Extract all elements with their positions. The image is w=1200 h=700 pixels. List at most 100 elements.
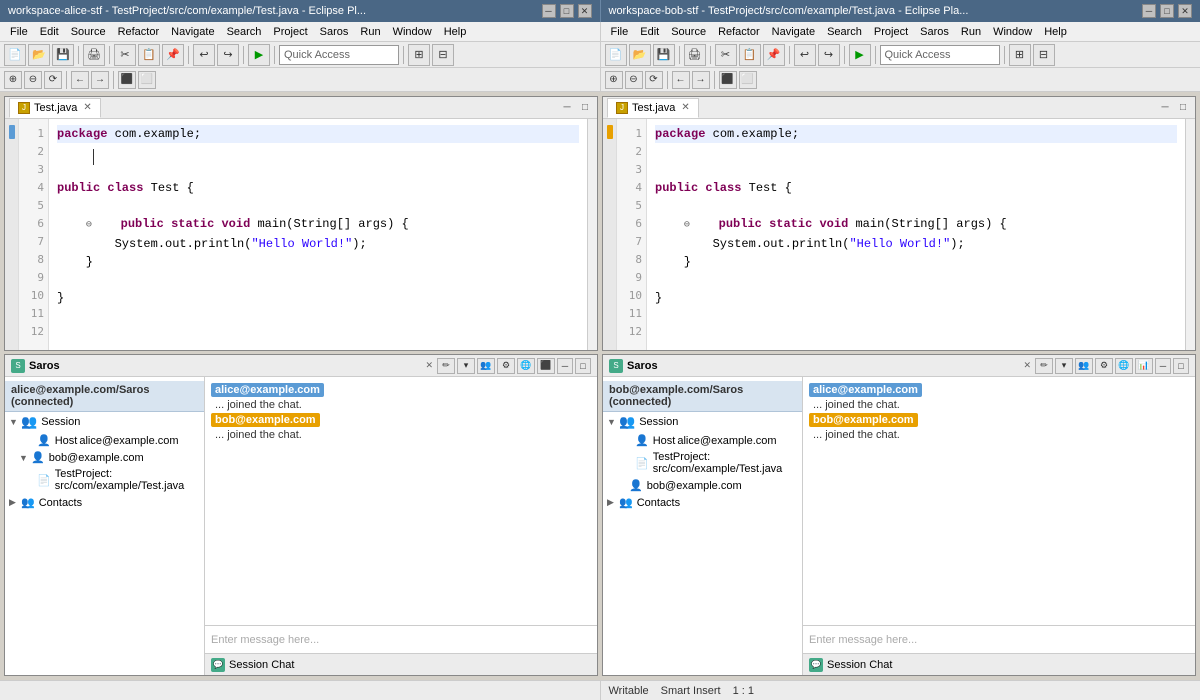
right-menu-refactor[interactable]: Refactor — [712, 22, 766, 41]
left-tb-print[interactable]: 🖨 — [83, 44, 105, 66]
left-tb2-b1[interactable]: ⊕ — [4, 71, 22, 89]
left-menu-refactor[interactable]: Refactor — [112, 22, 166, 41]
left-tb-run[interactable]: ▶ — [248, 44, 270, 66]
right-saros-btn1[interactable]: ✏ — [1035, 358, 1053, 374]
right-tb2-b3[interactable]: ⟳ — [645, 71, 663, 89]
left-quick-access[interactable]: Quick Access — [279, 45, 399, 65]
left-tb-new[interactable]: 📄 — [4, 44, 26, 66]
right-saros-maximize[interactable]: □ — [1173, 358, 1189, 374]
right-tb-perspective[interactable]: ⊞ — [1009, 44, 1031, 66]
left-menu-project[interactable]: Project — [267, 22, 313, 41]
left-editor-body[interactable]: 12345 678910 1112 package com.example; p… — [5, 119, 597, 350]
right-menu-source[interactable]: Source — [665, 22, 712, 41]
right-menu-help[interactable]: Help — [1038, 22, 1073, 41]
right-tb2-b4[interactable]: ← — [672, 71, 690, 89]
right-restore-btn[interactable]: □ — [1160, 4, 1174, 18]
right-tb2-b7[interactable]: ⬜ — [739, 71, 757, 89]
right-tb2-b1[interactable]: ⊕ — [605, 71, 623, 89]
right-tree-bob[interactable]: 👤 bob@example.com — [603, 477, 802, 494]
left-code-area[interactable]: package com.example; public class Test {… — [49, 119, 587, 350]
right-chat-input[interactable]: Enter message here... — [803, 625, 1195, 653]
left-restore-btn[interactable]: □ — [560, 4, 574, 18]
right-tb-b4[interactable]: ↩ — [794, 44, 816, 66]
left-editor-maximize[interactable]: □ — [577, 100, 593, 116]
right-tb-new[interactable]: 📄 — [605, 44, 627, 66]
right-tb-print[interactable]: 🖨 — [684, 44, 706, 66]
right-tb-b2[interactable]: 📋 — [739, 44, 761, 66]
left-tb-save[interactable]: 💾 — [52, 44, 74, 66]
right-tb-save[interactable]: 💾 — [653, 44, 675, 66]
left-saros-btn4[interactable]: ⚙ — [497, 358, 515, 374]
right-editor-maximize[interactable]: □ — [1175, 100, 1191, 116]
left-tab-close[interactable]: ✕ — [83, 102, 91, 113]
right-menu-run[interactable]: Run — [955, 22, 987, 41]
right-tree-file[interactable]: 📄 TestProject: src/com/example/Test.java — [603, 449, 802, 477]
left-tb-b5[interactable]: ↪ — [217, 44, 239, 66]
left-tb2-b7[interactable]: ⬜ — [138, 71, 156, 89]
right-tree-contacts[interactable]: ▶ 👥 Contacts — [603, 494, 802, 511]
right-saros-btn2[interactable]: ▾ — [1055, 358, 1073, 374]
left-saros-btn3[interactable]: 👥 — [477, 358, 495, 374]
right-saros-btn5[interactable]: 🌐 — [1115, 358, 1133, 374]
right-saros-btn4[interactable]: ⚙ — [1095, 358, 1113, 374]
left-tb2-b2[interactable]: ⊖ — [24, 71, 42, 89]
left-tb-view2[interactable]: ⊟ — [432, 44, 454, 66]
right-tb-b1[interactable]: ✂ — [715, 44, 737, 66]
left-tb-open[interactable]: 📂 — [28, 44, 50, 66]
right-tb-b3[interactable]: 📌 — [763, 44, 785, 66]
left-menu-navigate[interactable]: Navigate — [165, 22, 220, 41]
right-minimize-btn[interactable]: ─ — [1142, 4, 1156, 18]
right-editor-minimize[interactable]: ─ — [1157, 100, 1173, 116]
left-minimize-btn[interactable]: ─ — [542, 4, 556, 18]
left-editor-tab[interactable]: J Test.java ✕ — [9, 98, 101, 118]
left-menu-run[interactable]: Run — [354, 22, 386, 41]
left-saros-btn6[interactable]: ⬛ — [537, 358, 555, 374]
right-tb2-b6[interactable]: ⬛ — [719, 71, 737, 89]
right-editor-body[interactable]: 12345 678910 1112 package com.example; p… — [603, 119, 1195, 350]
right-menu-file[interactable]: File — [605, 22, 635, 41]
right-menu-window[interactable]: Window — [987, 22, 1038, 41]
left-saros-minimize[interactable]: ─ — [557, 358, 573, 374]
left-menu-source[interactable]: Source — [65, 22, 112, 41]
left-tb2-b4[interactable]: ← — [71, 71, 89, 89]
right-tree-session[interactable]: ▼ 👥 Session — [603, 412, 802, 432]
right-menu-saros[interactable]: Saros — [914, 22, 955, 41]
right-saros-btn6[interactable]: 📊 — [1135, 358, 1153, 374]
right-tb2-b5[interactable]: → — [692, 71, 710, 89]
right-tb-b5[interactable]: ↪ — [818, 44, 840, 66]
left-tree-session[interactable]: ▼ 👥 Session — [5, 412, 204, 432]
left-chat-input[interactable]: Enter message here... — [205, 625, 597, 653]
right-editor-scrollbar[interactable] — [1185, 119, 1195, 350]
left-tb-b1[interactable]: ✂ — [114, 44, 136, 66]
left-menu-file[interactable]: File — [4, 22, 34, 41]
right-tb-open[interactable]: 📂 — [629, 44, 651, 66]
right-quick-access[interactable]: Quick Access — [880, 45, 1000, 65]
left-tb-b4[interactable]: ↩ — [193, 44, 215, 66]
left-tb2-b3[interactable]: ⟳ — [44, 71, 62, 89]
left-menu-saros[interactable]: Saros — [314, 22, 355, 41]
left-editor-scrollbar[interactable] — [587, 119, 597, 350]
right-tb-view2[interactable]: ⊟ — [1033, 44, 1055, 66]
left-tree-bob[interactable]: ▼ 👤 bob@example.com — [5, 449, 204, 466]
left-menu-search[interactable]: Search — [221, 22, 268, 41]
left-saros-btn1[interactable]: ✏ — [437, 358, 455, 374]
left-close-btn[interactable]: ✕ — [578, 4, 592, 18]
right-tab-close[interactable]: ✕ — [681, 102, 689, 113]
left-tb2-b6[interactable]: ⬛ — [118, 71, 136, 89]
left-tb-b3[interactable]: 📌 — [162, 44, 184, 66]
left-menu-help[interactable]: Help — [438, 22, 473, 41]
left-menu-window[interactable]: Window — [387, 22, 438, 41]
right-close-btn[interactable]: ✕ — [1178, 4, 1192, 18]
right-menu-edit[interactable]: Edit — [634, 22, 665, 41]
right-menu-navigate[interactable]: Navigate — [766, 22, 821, 41]
right-saros-btn3[interactable]: 👥 — [1075, 358, 1093, 374]
right-saros-minimize[interactable]: ─ — [1155, 358, 1171, 374]
left-saros-btn5[interactable]: 🌐 — [517, 358, 535, 374]
right-tb2-b2[interactable]: ⊖ — [625, 71, 643, 89]
left-editor-minimize[interactable]: ─ — [559, 100, 575, 116]
right-menu-project[interactable]: Project — [868, 22, 914, 41]
left-tb-b2[interactable]: 📋 — [138, 44, 160, 66]
right-tree-host[interactable]: 👤 Host alice@example.com — [603, 432, 802, 449]
left-tree-contacts[interactable]: ▶ 👥 Contacts — [5, 494, 204, 511]
right-menu-search[interactable]: Search — [821, 22, 868, 41]
